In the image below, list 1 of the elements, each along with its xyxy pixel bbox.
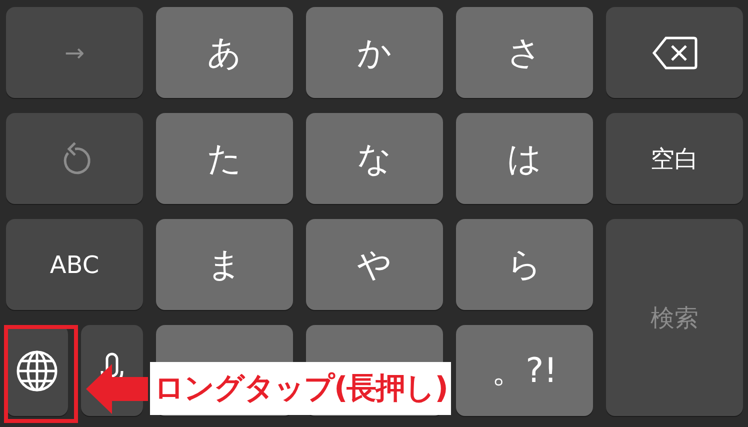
callout-tooltip: ロングタップ(長押し) (150, 362, 452, 415)
